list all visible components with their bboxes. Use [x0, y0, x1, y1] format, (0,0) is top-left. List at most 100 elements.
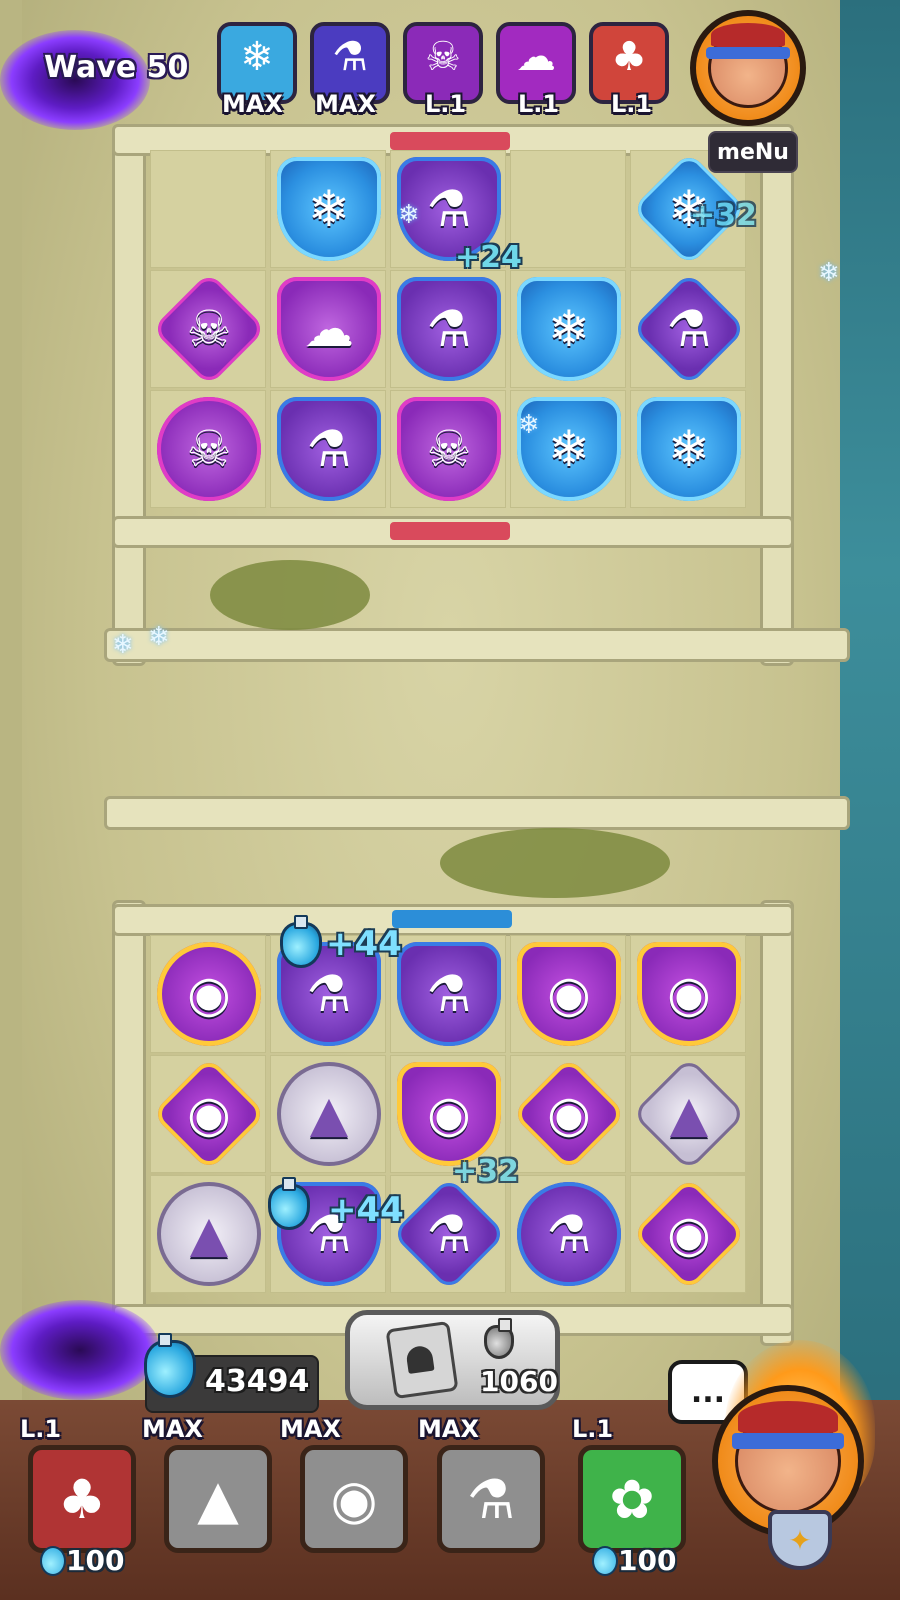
cards-icon	[385, 1320, 459, 1400]
board-cell[interactable]: ◉	[150, 1055, 267, 1173]
deck-card-rogue[interactable]: ◉	[300, 1445, 408, 1553]
cauldron-icon: ⚗	[426, 1205, 472, 1263]
board-cell[interactable]: ⚗	[510, 1175, 626, 1293]
board-cell[interactable]: ◉	[630, 935, 746, 1053]
rogue-unit[interactable]: ◉	[637, 942, 741, 1046]
snowflake-icon: ❄	[818, 258, 840, 288]
cauldron-unit: ⚗	[277, 397, 381, 501]
cauldron-unit[interactable]: ⚗	[391, 1176, 507, 1292]
board-cell: ⚗	[630, 270, 747, 388]
left-path	[0, 0, 22, 1420]
rogue-unit[interactable]: ◉	[517, 942, 621, 1046]
mana-bonus-popup: +44	[326, 924, 402, 964]
eagle-icon: ▲	[309, 1085, 349, 1143]
shaman-unit-icon: ☠	[425, 34, 461, 80]
board-cell: ❄	[270, 150, 386, 268]
cauldron-unit-icon: ⚗	[466, 1467, 516, 1531]
deck-card-dryad[interactable]: ✿	[578, 1445, 686, 1553]
rogue-unit[interactable]: ◉	[397, 1062, 501, 1166]
river	[840, 0, 900, 1420]
player-right-wall	[760, 900, 794, 1346]
eagle-icon: ▲	[189, 1205, 229, 1263]
board-cell	[150, 150, 266, 268]
rogue-unit[interactable]: ◉	[511, 1056, 627, 1172]
ice-blade-icon: ❄	[308, 180, 350, 238]
deck-card-cauldron[interactable]: ⚗	[437, 1445, 545, 1553]
rogue-icon: ◉	[547, 965, 591, 1023]
board-cell[interactable]: ◉	[150, 935, 266, 1053]
board-cell: ☠	[150, 270, 267, 388]
deck-card-level: MAX	[280, 1415, 341, 1443]
opponent-gate-bottom	[390, 522, 510, 540]
eagle-icon: ▲	[669, 1085, 709, 1143]
cauldron-icon: ⚗	[426, 300, 472, 358]
snowflake-icon: ❄	[148, 622, 170, 652]
ice-blade-unit-icon: ❄	[240, 34, 274, 80]
cauldron-icon: ⚗	[546, 1205, 592, 1263]
shaman-unit: ☠	[397, 397, 501, 501]
middle-wall-top	[104, 628, 850, 662]
summon-cost: 1060	[480, 1365, 558, 1398]
mana-bonus-popup: +24	[455, 240, 522, 275]
eagle-unit[interactable]: ▲	[277, 1062, 381, 1166]
mana-drop-icon	[592, 1546, 618, 1576]
cauldron-icon: ⚗	[426, 180, 472, 238]
board-cell[interactable]: ▲	[150, 1175, 266, 1293]
cauldron-unit[interactable]: ⚗	[397, 942, 501, 1046]
board-cell[interactable]: ▲	[270, 1055, 386, 1173]
deck-card-level: MAX	[418, 1415, 479, 1443]
mana-bonus-popup: +32	[690, 198, 757, 233]
rogue-unit[interactable]: ◉	[631, 1176, 747, 1292]
cauldron-unit: ⚗	[397, 277, 501, 381]
deck-card-level: MAX	[142, 1415, 203, 1443]
board-cell[interactable]: ▲	[630, 1055, 747, 1173]
eagle-unit[interactable]: ▲	[631, 1056, 747, 1172]
board-cell[interactable]: ◉	[630, 1175, 747, 1293]
deck-card-jester[interactable]: ♣	[28, 1445, 136, 1553]
moss-patch	[440, 828, 670, 898]
board-cell: ❄	[510, 390, 626, 508]
mana-drop-icon	[40, 1546, 66, 1576]
player-board: ◉ ⚗ ⚗ ◉ ◉ ◉ ▲ ◉ ◉ ▲ ▲ ⚗ ⚗ ⚗ ◉	[150, 935, 750, 1300]
board-cell: ☠	[150, 390, 266, 508]
cauldron-unit[interactable]: ⚗	[517, 1182, 621, 1286]
deck-card-cost: 100	[618, 1544, 677, 1577]
mana-bonus-popup: +32	[452, 1154, 519, 1189]
player-left-wall	[112, 900, 146, 1346]
deck-card-level: L.1	[20, 1415, 62, 1443]
rogue-icon: ◉	[187, 965, 231, 1023]
shaman-icon: ☠	[186, 420, 232, 478]
player-portal	[0, 1300, 160, 1400]
ice-blade-unit: ❄	[517, 277, 621, 381]
board-cell[interactable]: ◉	[510, 1055, 627, 1173]
board-cell: ☠	[390, 390, 506, 508]
opponent-avatar[interactable]	[690, 10, 806, 126]
eagle-unit[interactable]: ▲	[157, 1182, 261, 1286]
opponent-hero-face	[706, 23, 790, 109]
opponent-gate-top	[390, 132, 510, 150]
mana-flask-icon	[268, 1177, 310, 1230]
shaman-unit: ☠	[151, 271, 267, 387]
board-cell: ⚗	[270, 390, 386, 508]
board-cell[interactable]: ⚗	[390, 935, 506, 1053]
snowflake-icon: ❄	[398, 200, 420, 230]
opponent-card-level: L.1	[518, 90, 560, 118]
board-cell[interactable]: ⚗	[390, 1175, 507, 1293]
deck-card-eagle[interactable]: ▲	[164, 1445, 272, 1553]
rogue-icon: ◉	[667, 965, 711, 1023]
opponent-card-level: MAX	[222, 90, 283, 118]
menu-button[interactable]: meNu	[708, 131, 798, 173]
ghost-unit-icon: ☁	[516, 34, 556, 80]
board-cell[interactable]: ◉	[510, 935, 626, 1053]
opponent-left-wall	[112, 140, 146, 666]
mana-value: 43494	[205, 1364, 310, 1399]
snowflake-icon: ❄	[112, 630, 134, 660]
cauldron-unit-icon: ⚗	[332, 34, 368, 80]
board-cell	[510, 150, 626, 268]
ghost-unit: ☁	[277, 277, 381, 381]
middle-wall-bottom	[104, 796, 850, 830]
rogue-unit[interactable]: ◉	[157, 942, 261, 1046]
rogue-unit[interactable]: ◉	[151, 1056, 267, 1172]
shaman-icon: ☠	[426, 420, 472, 478]
board-cell: ⚗	[390, 270, 506, 388]
